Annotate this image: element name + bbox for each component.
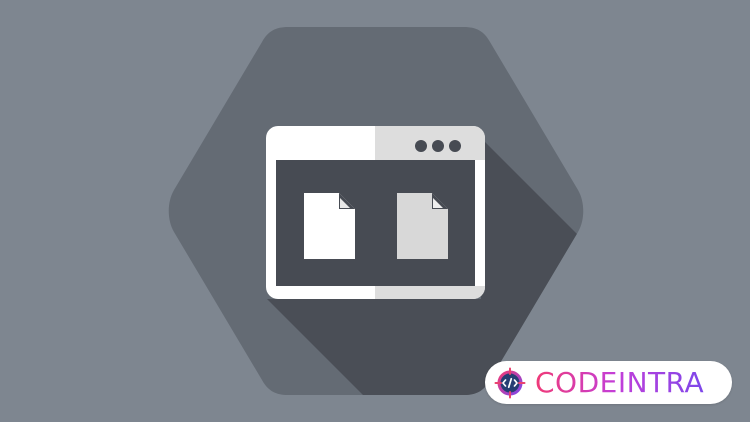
document-icon (304, 193, 355, 259)
window-dot-1 (415, 140, 427, 152)
code-crosshair-icon (494, 367, 526, 398)
canvas: CODEINTRA (0, 0, 750, 422)
browser-window-icon (266, 126, 485, 299)
document-icon (397, 193, 448, 259)
brand-badge: CODEINTRA (485, 361, 732, 404)
window-dot-2 (432, 140, 444, 152)
browser-frame-right-shade (375, 286, 485, 299)
window-dot-3 (449, 140, 461, 152)
browser-titlebar-right (375, 126, 485, 160)
brand-name: CODEINTRA (535, 365, 705, 399)
hexagon-browser-illustration (168, 27, 584, 395)
